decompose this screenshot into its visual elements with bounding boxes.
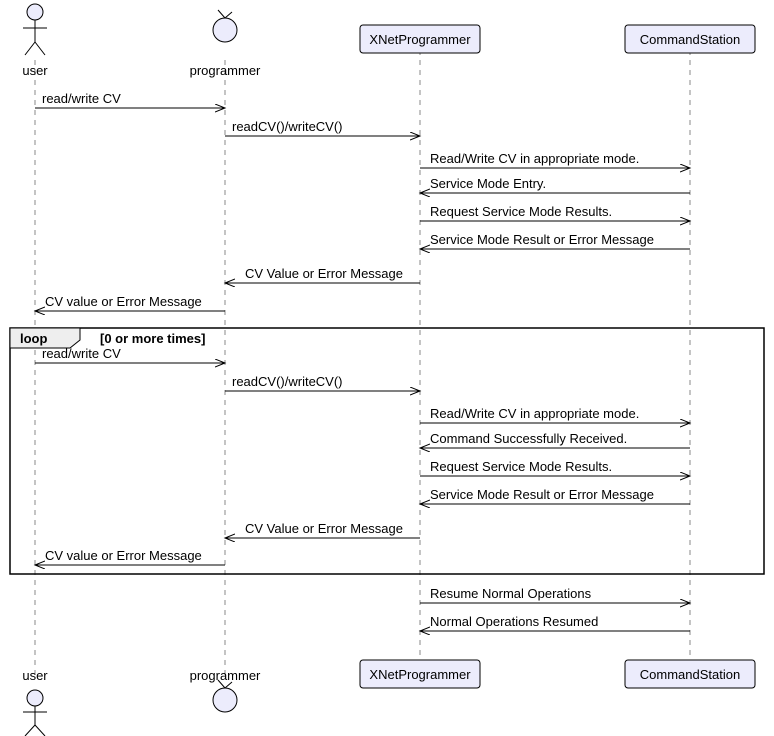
- control-programmer-top: programmer: [190, 10, 261, 78]
- participant-xnet-bottom: XNetProgrammer: [360, 660, 480, 688]
- msg-2-label: readCV()/writeCV(): [232, 119, 343, 134]
- label-xnet-top: XNetProgrammer: [369, 32, 471, 47]
- label-programmer-bottom: programmer: [190, 668, 261, 683]
- participant-cs-top: CommandStation: [625, 25, 755, 53]
- label-user-top: user: [22, 63, 48, 78]
- loop-msg-7-label: CV Value or Error Message: [245, 521, 403, 536]
- label-cs-top: CommandStation: [640, 32, 740, 47]
- msg-6-label: Service Mode Result or Error Message: [430, 232, 654, 247]
- msg-1-label: read/write CV: [42, 91, 121, 106]
- msg-5-label: Request Service Mode Results.: [430, 204, 612, 219]
- label-xnet-bottom: XNetProgrammer: [369, 667, 471, 682]
- msg-4-label: Service Mode Entry.: [430, 176, 546, 191]
- loop-condition: [0 or more times]: [100, 331, 205, 346]
- participant-xnet-top: XNetProgrammer: [360, 25, 480, 53]
- actor-user-bottom: user: [22, 668, 48, 736]
- msg-f1-label: Resume Normal Operations: [430, 586, 592, 601]
- loop-msg-3-label: Read/Write CV in appropriate mode.: [430, 406, 639, 421]
- msg-7-label: CV Value or Error Message: [245, 266, 403, 281]
- loop-fragment: [10, 328, 764, 574]
- sequence-diagram: user programmer XNetProgrammer CommandSt…: [0, 0, 774, 736]
- participant-cs-bottom: CommandStation: [625, 660, 755, 688]
- loop-msg-1-label: read/write CV: [42, 346, 121, 361]
- msg-3-label: Read/Write CV in appropriate mode.: [430, 151, 639, 166]
- control-programmer-bottom: programmer: [190, 668, 261, 712]
- label-cs-bottom: CommandStation: [640, 667, 740, 682]
- label-programmer-top: programmer: [190, 63, 261, 78]
- loop-msg-4-label: Command Successfully Received.: [430, 431, 627, 446]
- loop-label: loop: [20, 331, 47, 346]
- actor-user-top: user: [22, 4, 48, 78]
- loop-msg-8-label: CV value or Error Message: [45, 548, 202, 563]
- loop-msg-5-label: Request Service Mode Results.: [430, 459, 612, 474]
- loop-msg-2-label: readCV()/writeCV(): [232, 374, 343, 389]
- msg-f2-label: Normal Operations Resumed: [430, 614, 598, 629]
- msg-8-label: CV value or Error Message: [45, 294, 202, 309]
- loop-msg-6-label: Service Mode Result or Error Message: [430, 487, 654, 502]
- label-user-bottom: user: [22, 668, 48, 683]
